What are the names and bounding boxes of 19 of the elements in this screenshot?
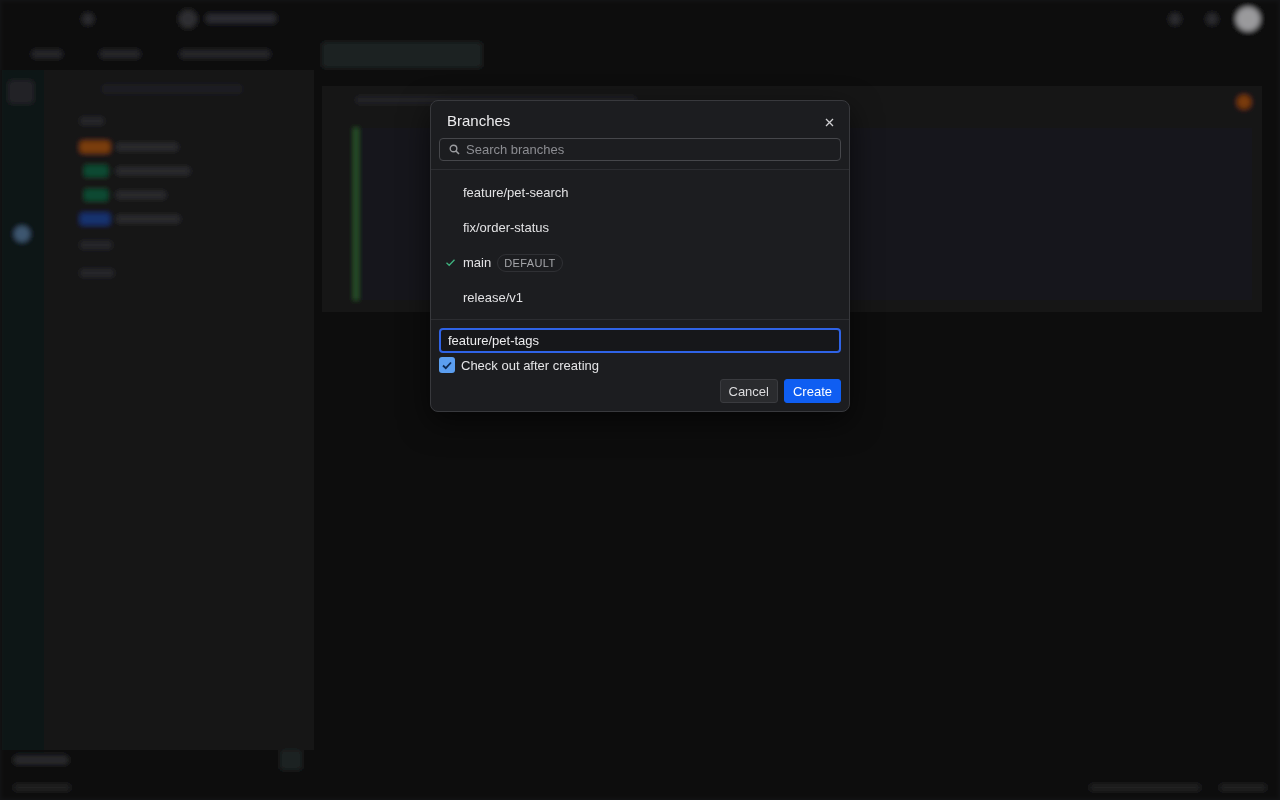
branch-item[interactable]: release/v1 (431, 280, 849, 315)
check-icon (445, 257, 456, 268)
branch-item[interactable]: fix/order-status (431, 210, 849, 245)
search-icon (449, 144, 460, 155)
checkbox[interactable] (439, 357, 455, 373)
checkmark-icon (442, 360, 452, 370)
branch-name: feature/pet-search (463, 185, 569, 200)
close-icon (824, 117, 834, 127)
branch-name: main (463, 255, 492, 270)
cancel-button[interactable]: Cancel (719, 379, 778, 403)
create-button[interactable]: Create (783, 379, 841, 403)
branch-name: fix/order-status (463, 220, 549, 235)
dialog-title: Branches (447, 111, 511, 129)
search-field[interactable]: Search branches (439, 138, 841, 161)
checkbox-label: Check out after creating (461, 357, 600, 373)
branch-name-field[interactable]: feature/pet-tags (439, 328, 841, 353)
branch-item[interactable]: main DEFAULT (431, 245, 849, 280)
branch-item[interactable]: feature/pet-search (431, 175, 849, 210)
branch-name: release/v1 (463, 290, 523, 305)
